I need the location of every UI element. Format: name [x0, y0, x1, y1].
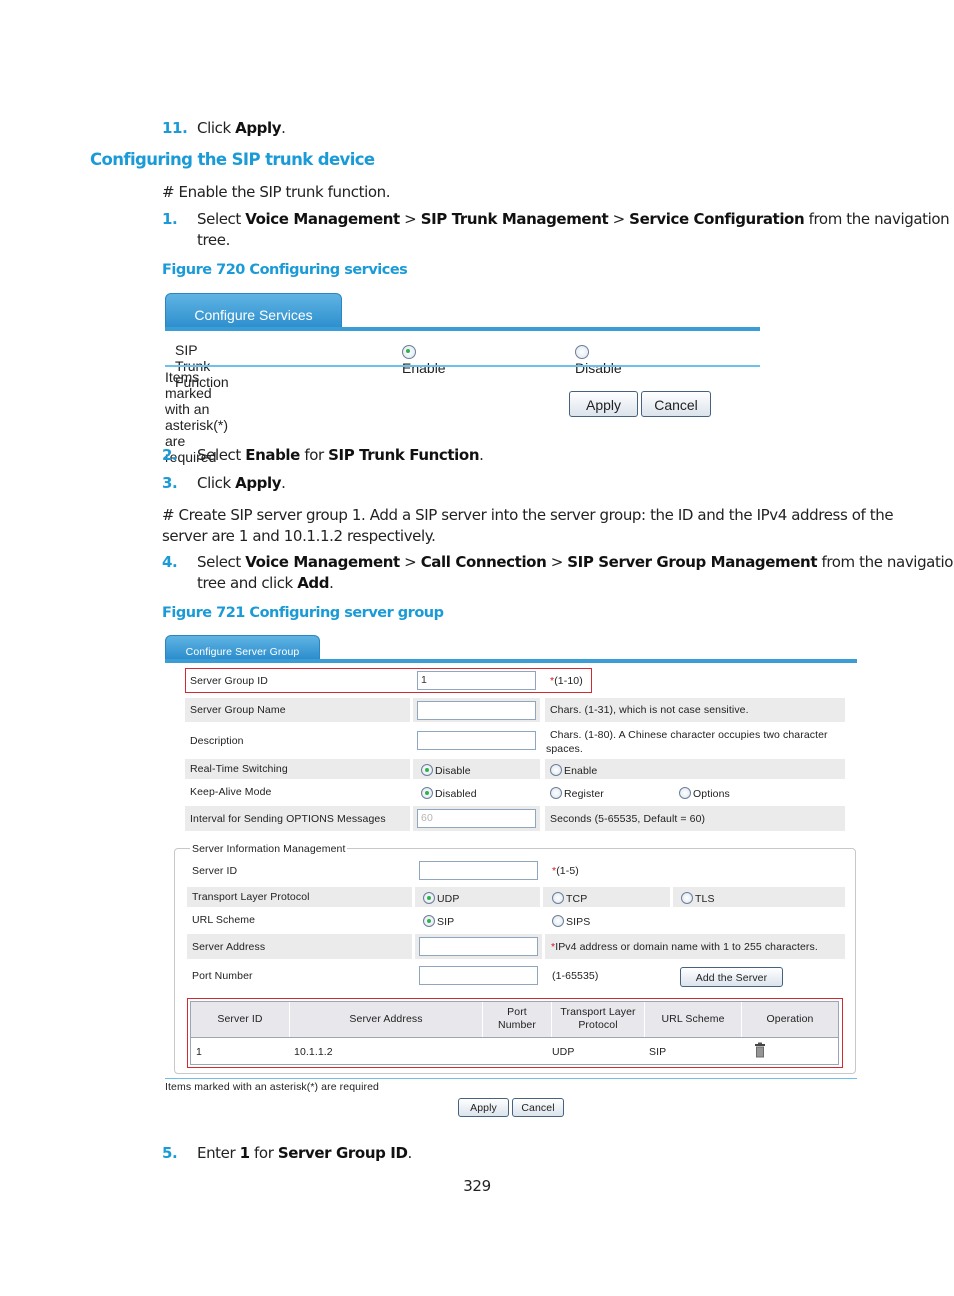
realtime-switching-label: Real-Time Switching	[190, 763, 288, 775]
header-row-divider	[191, 1037, 838, 1038]
realtime-disable-radio[interactable]: Disable	[421, 764, 471, 777]
port-number-hint: (1-65535)	[552, 970, 599, 982]
tab-bar	[165, 659, 857, 663]
hint-text: (1-10)	[554, 675, 583, 687]
server-address-input[interactable]	[419, 937, 538, 956]
radio-selected-icon[interactable]	[423, 892, 435, 904]
radio-label: SIPS	[566, 916, 591, 928]
transport-label: Transport Layer Protocol	[192, 891, 310, 903]
radio-unselected-icon[interactable]	[552, 892, 564, 904]
cell-server-address: 10.1.1.2	[294, 1046, 333, 1058]
radio-selected-icon[interactable]	[421, 787, 433, 799]
keepalive-disabled-radio[interactable]: Disabled	[421, 787, 477, 800]
divider	[165, 1078, 857, 1079]
column-header-server-id[interactable]: Server ID	[191, 1013, 289, 1025]
url-sips-radio[interactable]: SIPS	[552, 915, 590, 928]
radio-selected-icon[interactable]	[421, 764, 433, 776]
radio-label: Options	[693, 788, 730, 800]
keepalive-options-radio[interactable]: Options	[679, 787, 730, 800]
column-header-url-scheme[interactable]: URL Scheme	[645, 1013, 741, 1025]
page-number: 329	[463, 1177, 491, 1195]
keepalive-register-radio[interactable]: Register	[550, 787, 604, 800]
server-group-id-label: Server Group ID	[190, 675, 268, 687]
cell-transport: UDP	[552, 1046, 575, 1058]
step-text: .	[407, 1144, 413, 1162]
server-id-label: Server ID	[192, 865, 238, 877]
server-group-id-input[interactable]: 1	[417, 671, 536, 690]
url-sip-radio[interactable]: SIP	[423, 915, 454, 928]
tab-label: Configure Server Group	[185, 646, 300, 658]
radio-unselected-icon[interactable]	[681, 892, 693, 904]
keepalive-mode-label: Keep-Alive Mode	[190, 786, 272, 798]
step-bold: 1	[239, 1144, 250, 1162]
cell-server-id: 1	[196, 1046, 202, 1058]
server-info-legend: Server Information Management	[190, 843, 348, 855]
radio-unselected-icon[interactable]	[550, 764, 562, 776]
description-label: Description	[190, 735, 244, 747]
header-line: Number	[498, 1019, 536, 1031]
radio-label: TLS	[695, 893, 715, 905]
options-interval-label: Interval for Sending OPTIONS Messages	[190, 813, 386, 825]
radio-unselected-icon[interactable]	[679, 787, 691, 799]
trash-icon[interactable]	[754, 1042, 766, 1058]
column-header-operation[interactable]: Operation	[742, 1013, 838, 1025]
server-address-hint: *IPv4 address or domain name with 1 to 2…	[551, 941, 818, 953]
hint-text: (1-5)	[556, 865, 579, 877]
radio-unselected-icon[interactable]	[552, 915, 564, 927]
cell-url-scheme: SIP	[649, 1046, 667, 1058]
header-line: Transport Layer	[560, 1006, 636, 1018]
step-text: for	[249, 1144, 278, 1162]
server-group-name-input[interactable]	[417, 701, 536, 720]
figure-721-configure-server-group: Configure Server Group Server Group ID 1…	[0, 0, 954, 1296]
column-header-server-address[interactable]: Server Address	[290, 1013, 482, 1025]
radio-selected-icon[interactable]	[423, 915, 435, 927]
hint-text: IPv4 address or domain name with 1 to 25…	[555, 941, 818, 953]
server-group-name-label: Server Group Name	[190, 704, 286, 716]
options-interval-hint: Seconds (5-65535, Default = 60)	[550, 813, 706, 825]
description-hint: Chars. (1-80). A Chinese character occup…	[546, 729, 828, 755]
header-line: Protocol	[578, 1019, 618, 1031]
header-line: Port	[507, 1006, 527, 1018]
add-server-button[interactable]: Add the Server	[680, 967, 783, 987]
description-input[interactable]	[417, 731, 536, 750]
step-number: 5.	[162, 1144, 178, 1162]
server-id-hint: *(1-5)	[552, 865, 579, 877]
url-scheme-label: URL Scheme	[192, 914, 256, 926]
transport-tcp-radio[interactable]: TCP	[552, 892, 587, 905]
transport-tls-radio[interactable]: TLS	[681, 892, 715, 905]
cancel-button[interactable]: Cancel	[512, 1098, 564, 1117]
server-group-id-hint: *(1-10)	[550, 675, 583, 687]
options-interval-input[interactable]: 60	[417, 809, 536, 828]
server-group-name-hint: Chars. (1-31), which is not case sensiti…	[550, 704, 749, 716]
radio-label: UDP	[437, 893, 460, 905]
radio-label: TCP	[566, 893, 588, 905]
radio-label: Disable	[435, 765, 471, 777]
radio-label: Enable	[564, 765, 598, 777]
column-header-transport[interactable]: Transport Layer Protocol	[552, 1006, 644, 1032]
server-address-label: Server Address	[192, 941, 266, 953]
radio-label: Register	[564, 788, 604, 800]
column-header-port-number[interactable]: Port Number	[483, 1006, 551, 1032]
radio-label: SIP	[437, 916, 455, 928]
port-number-label: Port Number	[192, 970, 253, 982]
radio-label: Disabled	[435, 788, 477, 800]
transport-udp-radio[interactable]: UDP	[423, 892, 459, 905]
required-note: Items marked with an asterisk(*) are req…	[165, 1081, 379, 1093]
realtime-enable-radio[interactable]: Enable	[550, 764, 597, 777]
radio-unselected-icon[interactable]	[550, 787, 562, 799]
server-id-input[interactable]	[419, 861, 538, 880]
step-text: Enter	[197, 1144, 240, 1162]
apply-button[interactable]: Apply	[458, 1098, 509, 1117]
tab-configure-server-group[interactable]: Configure Server Group	[165, 635, 320, 660]
port-number-input[interactable]	[419, 966, 538, 985]
step-bold: Server Group ID	[277, 1144, 408, 1162]
